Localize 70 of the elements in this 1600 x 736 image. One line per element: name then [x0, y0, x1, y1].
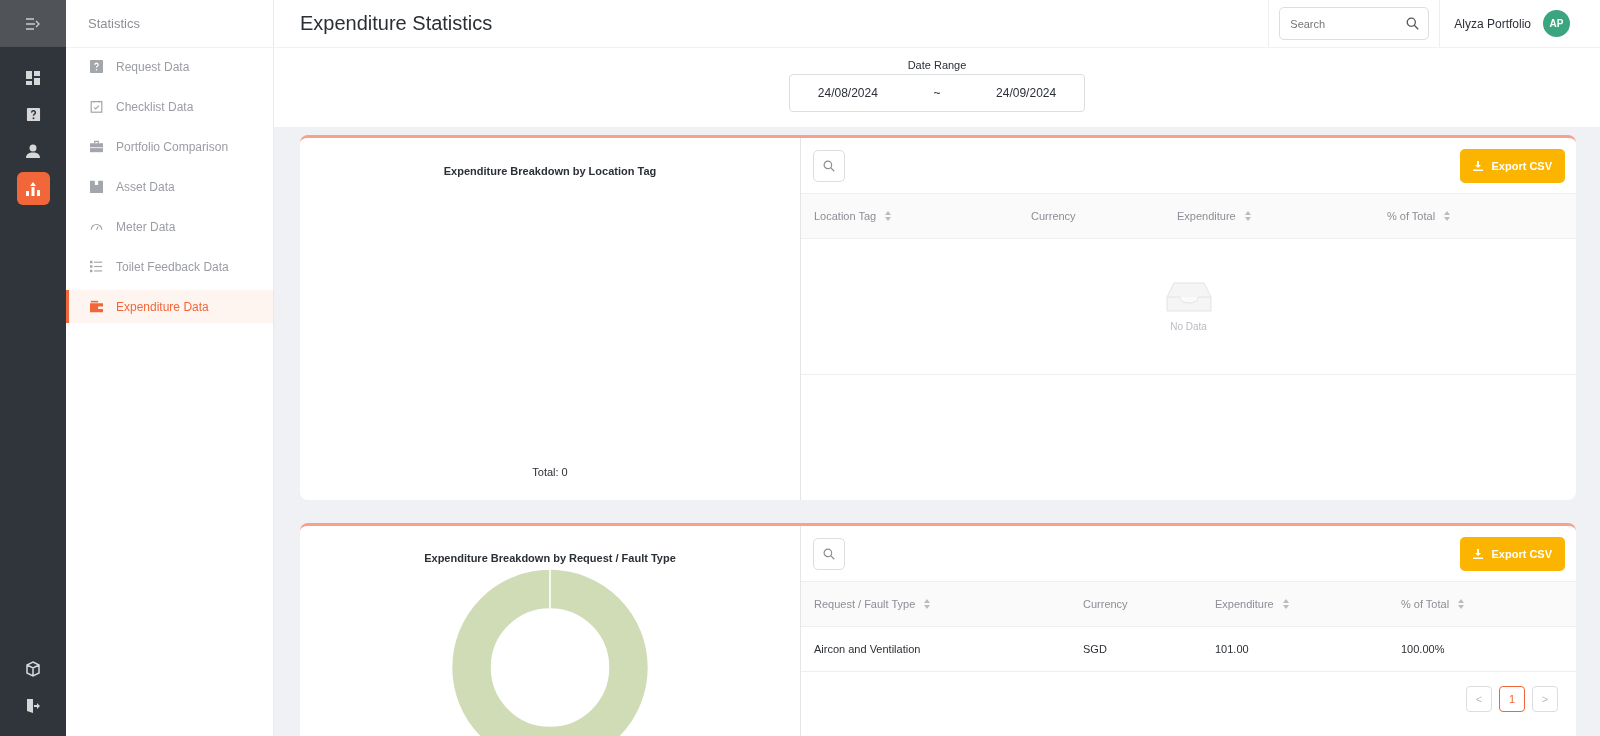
column-header[interactable]: Expenditure [1215, 598, 1401, 610]
next-page-button[interactable]: > [1532, 686, 1558, 712]
menu-toggle-icon[interactable] [26, 17, 40, 30]
chart-title: Expenditure Breakdown by Location Tag [443, 165, 657, 177]
sidebar-item-label: Expenditure Data [116, 299, 209, 314]
sidebar-item[interactable]: Portfolio Comparison [66, 130, 273, 163]
question-icon [25, 107, 41, 122]
table-cell-text: SGD [1083, 643, 1108, 655]
previous-page-button[interactable]: < [1466, 686, 1492, 712]
table-cell-text: 100.00% [1401, 643, 1446, 655]
sidebar-item[interactable]: Meter Data [66, 210, 273, 243]
date-range-field[interactable]: 24/08/2024 ~ 24/09/2024 [789, 74, 1085, 112]
sidebar-title: Statistics [66, 0, 273, 48]
column-header[interactable]: Expenditure [1177, 210, 1387, 222]
sort-icon[interactable] [1457, 598, 1466, 610]
no-data-text: No Data [1170, 321, 1207, 332]
sort-icon[interactable] [1243, 210, 1252, 222]
list-icon [90, 260, 103, 273]
column-header: Currency [1031, 210, 1077, 222]
sidebar-item-label: Checklist Data [116, 99, 194, 114]
search-button[interactable] [813, 149, 845, 182]
sidebar-item-label: Portfolio Comparison [116, 139, 229, 154]
export-csv-button[interactable]: Export CSV [1460, 148, 1565, 183]
sidebar-item-label: Request Data [116, 59, 190, 74]
page-button[interactable]: 1 [1499, 686, 1525, 712]
search-button[interactable] [813, 537, 845, 570]
sidebar-item[interactable]: Request Data [66, 50, 273, 83]
box-icon [90, 180, 103, 193]
table-cell-text: Aircon and Ventilation [814, 643, 922, 655]
dashboard-icon [25, 69, 41, 86]
column-header[interactable]: Request / Fault Type [814, 598, 1083, 610]
exit-door-icon [25, 697, 41, 714]
search-icon [823, 159, 835, 172]
column-header[interactable]: % of Total [1401, 598, 1576, 610]
sidebar-item[interactable]: Checklist Data [66, 90, 273, 123]
cube-icon [25, 660, 41, 677]
page-title: Expenditure Statistics [299, 12, 494, 35]
column-header[interactable]: % of Total [1387, 210, 1576, 222]
date-range-label: Date Range [907, 59, 967, 71]
empty-inbox-icon [1165, 281, 1212, 313]
search-icon [1406, 17, 1420, 30]
user-name: Alyza Portfolio [1454, 16, 1531, 31]
column-header: Currency [1083, 598, 1129, 610]
export-csv-button[interactable]: Export CSV [1460, 536, 1565, 571]
sort-icon[interactable] [923, 598, 932, 610]
table-cell-text: 101.00 [1215, 643, 1250, 655]
sidebar-item-label: Meter Data [116, 219, 176, 234]
sort-icon[interactable] [1443, 210, 1452, 222]
briefcase-icon [90, 140, 103, 153]
download-icon [1473, 160, 1484, 171]
user-icon [26, 144, 40, 159]
column-header[interactable]: Location Tag [814, 210, 1031, 222]
sidebar-item[interactable]: Toilet Feedback Data [66, 250, 273, 283]
total-label: Total: 0 [532, 466, 568, 478]
search-icon [823, 547, 835, 560]
bar-chart-icon [25, 180, 41, 197]
avatar[interactable]: AP [1543, 10, 1570, 37]
question-icon [90, 60, 103, 73]
sort-icon[interactable] [884, 210, 893, 222]
search-field[interactable]: Search [1279, 7, 1430, 40]
sidebar-item[interactable]: Asset Data [66, 170, 273, 203]
chart-title: Expenditure Breakdown by Request / Fault Type [424, 552, 676, 564]
wallet-icon [90, 300, 103, 313]
download-icon [1473, 548, 1484, 559]
sidebar-item-label: Toilet Feedback Data [116, 259, 229, 274]
sort-icon[interactable] [1281, 598, 1290, 610]
sidebar-item[interactable]: Expenditure Data [66, 290, 273, 323]
clipboard-check-icon [90, 100, 103, 113]
rail-item[interactable] [16, 172, 50, 205]
sidebar-item-label: Asset Data [116, 179, 175, 194]
